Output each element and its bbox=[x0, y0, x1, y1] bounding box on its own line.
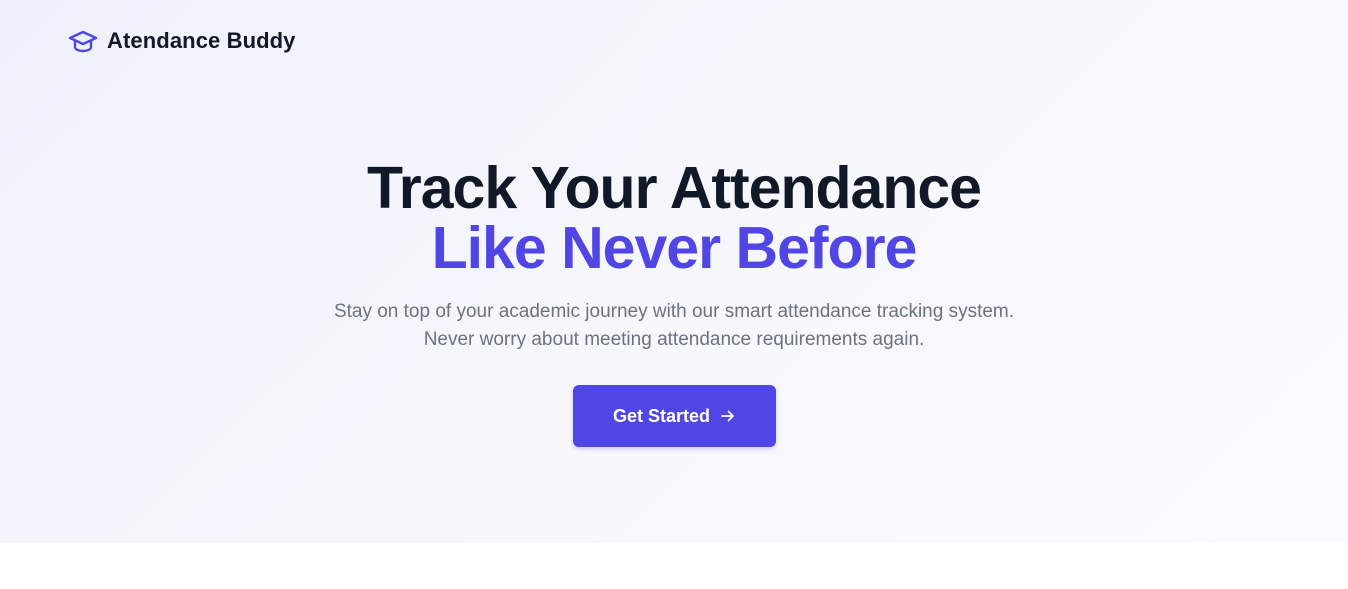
arrow-right-icon bbox=[720, 408, 736, 424]
hero-subtitle: Stay on top of your academic journey wit… bbox=[0, 298, 1348, 354]
hero-title-line1: Track Your Attendance bbox=[367, 155, 982, 221]
get-started-button[interactable]: Get Started bbox=[573, 385, 776, 447]
hero-subtitle-line2: Never worry about meeting attendance req… bbox=[423, 329, 925, 350]
navbar: Atendance Buddy bbox=[68, 28, 296, 54]
graduation-cap-icon[interactable] bbox=[68, 29, 98, 53]
hero-subtitle-line1: Stay on top of your academic journey wit… bbox=[333, 301, 1015, 322]
get-started-label: Get Started bbox=[612, 405, 711, 426]
brand-name[interactable]: Atendance Buddy bbox=[107, 28, 296, 54]
hero-heading: Track Your Attendance Like Never Before bbox=[0, 158, 1348, 278]
hero-section: Atendance Buddy Track Your Attendance Li… bbox=[0, 0, 1348, 543]
hero-title-line2: Like Never Before bbox=[431, 215, 918, 281]
